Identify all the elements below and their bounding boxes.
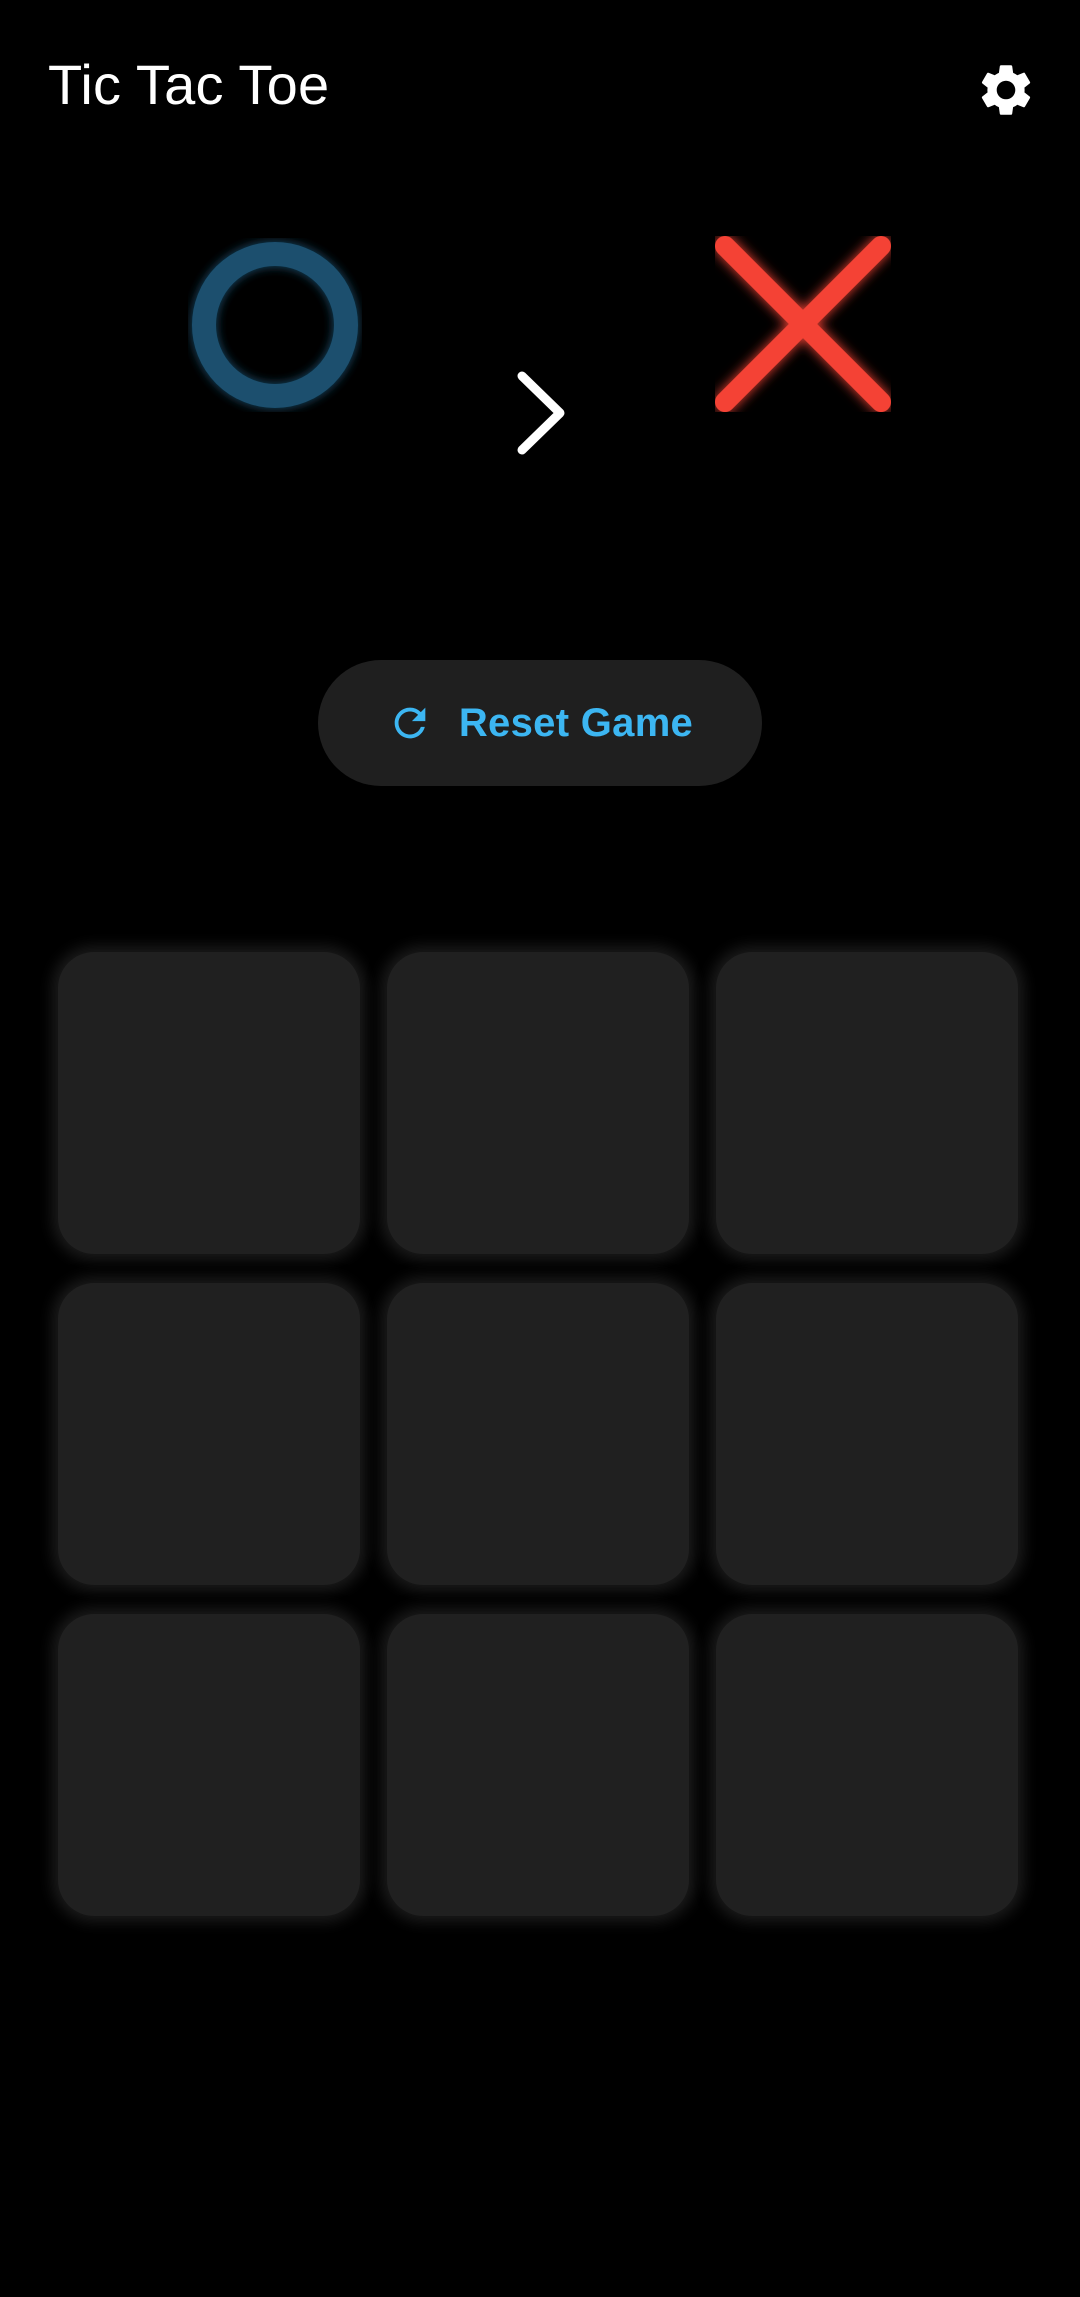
board-cell-6[interactable]	[716, 1283, 1018, 1585]
gear-icon	[981, 65, 1031, 115]
board-cell-1[interactable]	[58, 952, 360, 1254]
player-o-indicator	[192, 242, 358, 408]
player-x-indicator	[715, 236, 891, 412]
settings-button[interactable]	[974, 58, 1038, 122]
board-cell-9[interactable]	[716, 1614, 1018, 1916]
app-title: Tic Tac Toe	[48, 53, 330, 116]
board-cell-3[interactable]	[716, 952, 1018, 1254]
game-board	[58, 952, 1022, 1916]
board-cell-2[interactable]	[387, 952, 689, 1254]
board-cell-5[interactable]	[387, 1283, 689, 1585]
chevron-right-icon	[517, 371, 565, 455]
reset-game-button[interactable]: Reset Game	[318, 660, 762, 786]
game-screen: Tic Tac Toe Reset Game	[0, 0, 1080, 2297]
board-cell-7[interactable]	[58, 1614, 360, 1916]
reset-game-label: Reset Game	[458, 700, 694, 745]
board-cell-8[interactable]	[387, 1614, 689, 1916]
refresh-icon	[387, 700, 433, 746]
board-cell-4[interactable]	[58, 1283, 360, 1585]
